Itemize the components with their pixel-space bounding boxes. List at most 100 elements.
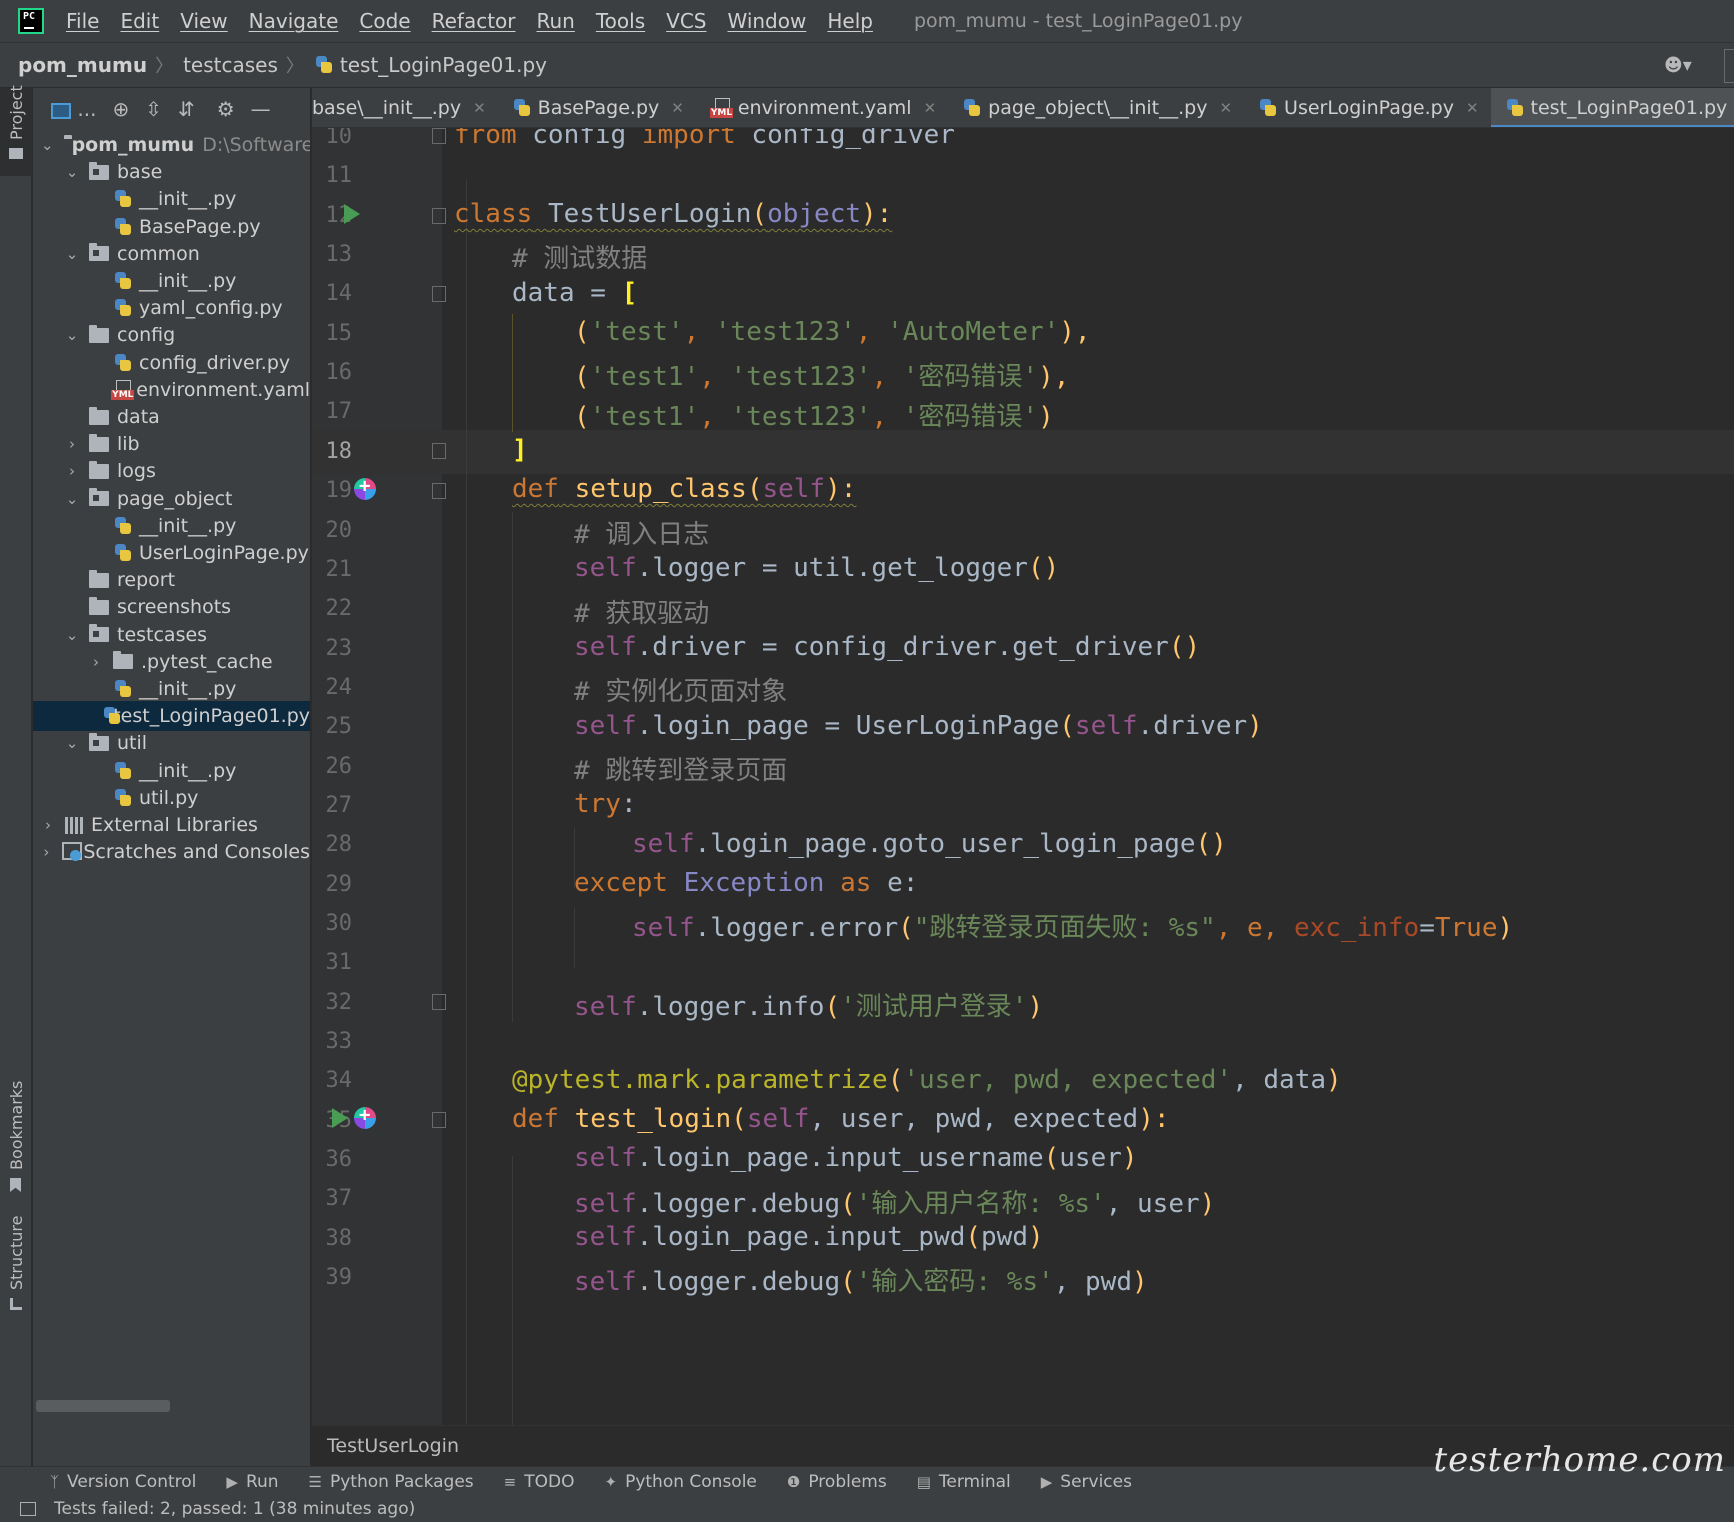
tree-item[interactable]: __init__.py — [33, 674, 310, 704]
tree-item[interactable]: › lib — [33, 429, 310, 459]
chevron-down-icon[interactable]: ⌄ — [65, 245, 79, 263]
tree-item[interactable]: › .pytest_cache — [33, 647, 310, 677]
fold-marker-icon[interactable] — [432, 286, 446, 302]
editor-tab[interactable]: UserLoginPage.py ✕ — [1244, 88, 1490, 127]
editor-tab[interactable]: page_object\__init__.py ✕ — [948, 88, 1244, 127]
locate-icon[interactable]: ⊕ — [112, 97, 129, 121]
chevron-right-icon[interactable]: › — [65, 462, 79, 480]
collapse-all-icon[interactable]: ⇵ — [178, 97, 195, 121]
breadcrumb-file[interactable]: test_LoginPage01.py — [340, 53, 547, 77]
services-tool[interactable]: ▶ Services — [1041, 1472, 1132, 1492]
tree-item[interactable]: data — [33, 402, 310, 432]
project-tool-tab[interactable]: Project — [0, 85, 32, 176]
version-control-tool[interactable]: ᛉ Version Control — [50, 1472, 196, 1492]
tree-item[interactable]: › External Libraries — [33, 810, 310, 840]
terminal-tool[interactable]: ▤ Terminal — [917, 1472, 1011, 1492]
todo-tool[interactable]: ≡ TODO — [504, 1472, 575, 1492]
expand-all-icon[interactable]: ⇳ — [145, 97, 162, 121]
fold-marker-icon[interactable] — [432, 483, 446, 499]
python-packages-tool[interactable]: ☰ Python Packages — [309, 1472, 474, 1492]
chevron-down-icon[interactable]: ⌄ — [41, 136, 54, 154]
structure-tool-tab[interactable]: Structure — [0, 1216, 32, 1310]
tree-item[interactable]: __init__.py — [33, 511, 310, 541]
tree-item[interactable]: report — [33, 565, 310, 595]
editor-tab[interactable]: BasePage.py ✕ — [498, 88, 696, 127]
tree-item[interactable]: BasePage.py — [33, 212, 310, 242]
minimize-icon[interactable]: — — [251, 97, 271, 121]
status-message[interactable]: Tests failed: 2, passed: 1 (38 minutes a… — [54, 1499, 415, 1519]
close-icon[interactable]: ✕ — [1466, 99, 1479, 117]
tree-item[interactable]: __init__.py — [33, 266, 310, 296]
close-icon[interactable]: ✕ — [1219, 99, 1232, 117]
chevron-right-icon[interactable]: › — [65, 435, 79, 453]
tree-item[interactable]: UserLoginPage.py — [33, 538, 310, 568]
chevron-down-icon[interactable]: ⌄ — [65, 626, 79, 644]
chevron-down-icon[interactable]: ⌄ — [65, 490, 79, 508]
override-method-icon[interactable] — [354, 1104, 376, 1129]
tree-item[interactable]: ⌄ config — [33, 320, 310, 350]
gear-icon[interactable]: ⚙ — [217, 97, 235, 121]
fold-marker-icon[interactable] — [432, 994, 446, 1010]
editor-tab[interactable]: test_LoginPage01.py✕ — [1490, 88, 1734, 127]
tree-item[interactable]: › Scratches and Consoles — [33, 837, 310, 867]
menu-window[interactable]: Window — [727, 9, 806, 33]
tree-item[interactable]: YML environment.yaml — [33, 375, 310, 405]
tree-item[interactable]: ⌄ pom_mumu D:\Software — [33, 130, 310, 160]
menu-vcs[interactable]: VCS — [666, 9, 706, 33]
breadcrumb-class[interactable]: TestUserLogin — [327, 1435, 459, 1457]
chevron-down-icon[interactable]: ⌄ — [65, 734, 79, 752]
pycharm-logo-icon[interactable]: PC — [18, 8, 44, 34]
close-icon[interactable]: ✕ — [671, 99, 684, 117]
tree-item[interactable]: config_driver.py — [33, 348, 310, 378]
menu-navigate[interactable]: Navigate — [249, 9, 339, 33]
tree-item[interactable]: › logs — [33, 456, 310, 486]
tree-item[interactable]: ⌄ testcases — [33, 620, 310, 650]
expression: , data — [1232, 1065, 1326, 1095]
tree-item[interactable]: screenshots — [33, 592, 310, 622]
tree-item[interactable]: yaml_config.py — [33, 293, 310, 323]
chevron-right-icon[interactable]: › — [89, 653, 103, 671]
tree-item[interactable]: ⌄ common — [33, 239, 310, 269]
bookmarks-tool-tab[interactable]: Bookmarks — [0, 1081, 32, 1198]
close-icon[interactable]: ✕ — [473, 99, 486, 117]
python-console-tool[interactable]: ✦ Python Console — [604, 1472, 756, 1492]
tree-item[interactable]: ⌄ page_object — [33, 484, 310, 514]
menu-run[interactable]: Run — [537, 9, 575, 33]
tree-item[interactable]: test_LoginPage01.py — [33, 701, 310, 732]
run-tool[interactable]: ▶ Run — [226, 1472, 278, 1492]
editor-tab[interactable]: YML environment.yaml ✕ — [696, 88, 948, 127]
user-account-icon[interactable]: ☻▾ — [1664, 55, 1698, 77]
chevron-down-icon[interactable]: ⌄ — [65, 163, 79, 181]
run-class-icon[interactable] — [344, 204, 360, 224]
fold-marker-icon[interactable] — [432, 208, 446, 224]
chevron-right-icon[interactable]: › — [41, 843, 52, 861]
chevron-down-icon[interactable]: ⌄ — [65, 326, 79, 344]
menu-help[interactable]: Help — [827, 9, 873, 33]
menu-tools[interactable]: Tools — [596, 9, 645, 33]
tree-item[interactable]: __init__.py — [33, 184, 310, 214]
chevron-right-icon[interactable]: › — [41, 816, 55, 834]
tree-item[interactable]: util.py — [33, 783, 310, 813]
run-test-icon[interactable] — [332, 1108, 348, 1128]
code-editor[interactable]: 10 11 12 13 14 15 16 17 18 19 20 21 22 23 24 25 26 27 28 29… — [312, 128, 1734, 1425]
menu-edit[interactable]: Edit — [120, 9, 159, 33]
editor-tab[interactable]: base\__init__.py ✕ — [312, 88, 498, 127]
breadcrumb-project[interactable]: pom_mumu — [18, 53, 147, 77]
close-icon[interactable]: ✕ — [924, 99, 937, 117]
tree-item[interactable]: ⌄ base — [33, 157, 310, 187]
override-method-icon[interactable] — [354, 475, 376, 500]
toggle-tool-windows-icon[interactable] — [20, 1502, 36, 1516]
menu-file[interactable]: File — [66, 9, 99, 33]
fold-marker-icon[interactable] — [432, 128, 446, 144]
fold-marker-icon[interactable] — [432, 443, 446, 459]
project-view-selector[interactable]: ... — [51, 97, 96, 121]
menu-refactor[interactable]: Refactor — [432, 9, 516, 33]
fold-marker-icon[interactable] — [432, 1112, 446, 1128]
menu-view[interactable]: View — [180, 9, 227, 33]
horizontal-scrollbar[interactable] — [36, 1400, 170, 1412]
tree-item[interactable]: __init__.py — [33, 756, 310, 786]
problems-tool[interactable]: ❶ Problems — [787, 1472, 887, 1492]
breadcrumb-folder[interactable]: testcases — [183, 53, 278, 77]
tree-item[interactable]: ⌄ util — [33, 728, 310, 758]
menu-code[interactable]: Code — [359, 9, 410, 33]
